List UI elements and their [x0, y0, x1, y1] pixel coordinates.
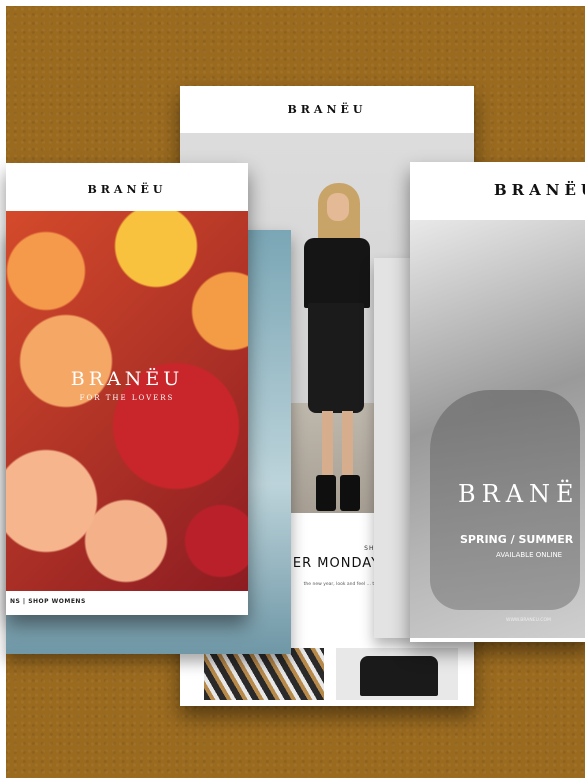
product-tile-leopard-top	[204, 648, 324, 700]
model-figure	[298, 183, 378, 513]
brand-logo: BRANËU	[87, 183, 167, 196]
model-boot-left	[316, 475, 336, 511]
model-face	[327, 193, 349, 221]
sweater-shape	[360, 656, 438, 696]
email-card-back-strip	[374, 258, 414, 638]
model-leg-left	[322, 411, 333, 483]
bw-model-photo	[410, 220, 585, 638]
availability-label: AVAILABLE ONLINE	[496, 551, 563, 559]
product-grid	[180, 648, 474, 706]
model-leg-right	[342, 411, 353, 483]
mockup-canvas: BRANËU SHOP BER MONDAY the new year, loo…	[0, 0, 585, 778]
email-card-spring-summer: BRANËU BRANË SPRING / SUMMER AVAILABLE O…	[410, 162, 585, 642]
footer-nav-links: NS | SHOP WOMENS	[10, 598, 86, 605]
model-tshirt	[304, 238, 370, 308]
hero-brand-logo: BRANË	[458, 480, 580, 508]
model-boot-right	[340, 475, 360, 511]
brand-logo: BRANËU	[494, 181, 585, 199]
hero-tagline: FOR THE LOVERS	[79, 394, 175, 402]
model-skirt	[308, 303, 364, 413]
frame-top-border	[0, 0, 585, 6]
brand-logo: BRANËU	[287, 103, 367, 116]
email-card-for-the-lovers: BRANËU BRANËU FOR THE LOVERS NS | SHOP W…	[6, 163, 248, 615]
website-url: WWW.BRANEU.COM	[506, 618, 551, 623]
product-tile-black-sweater	[336, 648, 458, 700]
promo-headline: BER MONDAY	[283, 556, 381, 571]
hero-brand-logo: BRANËU	[70, 368, 184, 390]
season-label: SPRING / SUMMER	[460, 533, 574, 546]
